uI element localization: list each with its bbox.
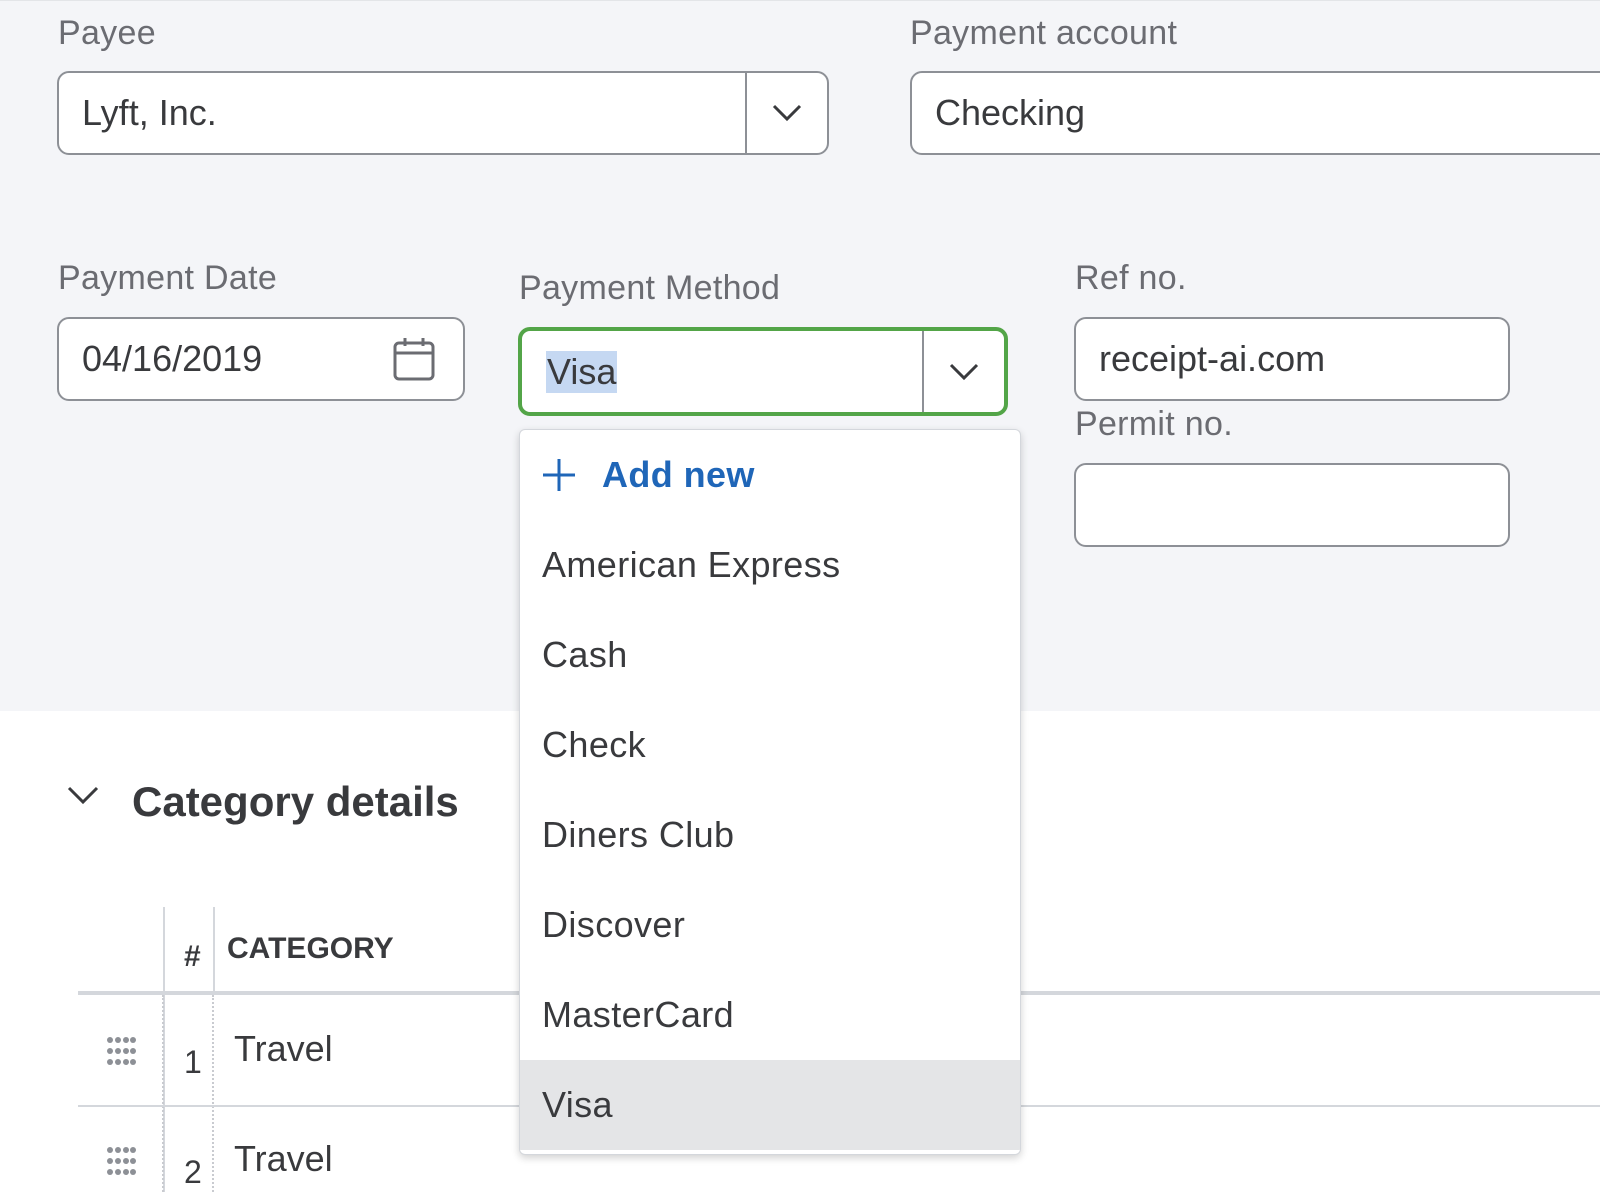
chevron-down-icon bbox=[772, 104, 802, 122]
chevron-down-icon bbox=[949, 363, 979, 380]
option-american-express[interactable]: American Express bbox=[520, 520, 1020, 610]
row-number: 1 bbox=[184, 1044, 202, 1080]
ref-no-value: receipt-ai.com bbox=[1099, 338, 1326, 379]
ref-no-label: Ref no. bbox=[1075, 259, 1187, 297]
collapse-chevron-icon[interactable] bbox=[66, 785, 100, 807]
row-category[interactable]: Travel bbox=[234, 1028, 333, 1070]
drag-handle-icon[interactable] bbox=[106, 1036, 136, 1066]
payee-dropdown-button[interactable] bbox=[745, 73, 827, 153]
payee-label: Payee bbox=[58, 14, 156, 52]
option-mastercard[interactable]: MasterCard bbox=[520, 970, 1020, 1060]
payment-account-label: Payment account bbox=[910, 14, 1178, 52]
row-number: 2 bbox=[184, 1154, 202, 1190]
payment-date-input[interactable]: 04/16/2019 bbox=[57, 317, 465, 401]
drag-handle-icon[interactable] bbox=[106, 1146, 136, 1176]
option-visa[interactable]: Visa bbox=[520, 1060, 1020, 1150]
payment-method-label: Payment Method bbox=[519, 269, 781, 307]
payment-method-select[interactable]: Visa bbox=[518, 327, 1008, 416]
calendar-icon[interactable] bbox=[393, 337, 435, 381]
category-details-title: Category details bbox=[132, 778, 459, 825]
permit-no-input[interactable] bbox=[1074, 463, 1510, 547]
payment-account-select[interactable]: Checking bbox=[910, 71, 1600, 155]
ref-no-input[interactable]: receipt-ai.com bbox=[1074, 317, 1510, 401]
option-discover[interactable]: Discover bbox=[520, 880, 1020, 970]
payment-date-label: Payment Date bbox=[58, 259, 278, 297]
add-new-option[interactable]: Add new bbox=[520, 430, 1020, 520]
table-divider bbox=[212, 995, 214, 1192]
permit-no-label: Permit no. bbox=[1075, 405, 1233, 443]
option-diners-club[interactable]: Diners Club bbox=[520, 790, 1020, 880]
payment-method-dropdown-button[interactable] bbox=[922, 331, 1004, 412]
payee-select[interactable]: Lyft, Inc. bbox=[57, 71, 829, 155]
column-header-category[interactable]: CATEGORY bbox=[227, 932, 394, 966]
option-check[interactable]: Check bbox=[520, 700, 1020, 790]
payee-value: Lyft, Inc. bbox=[82, 92, 217, 133]
row-category[interactable]: Travel bbox=[234, 1138, 333, 1180]
column-header-num: # bbox=[184, 940, 201, 973]
table-divider bbox=[162, 995, 164, 1192]
payment-method-options-list: Add new American Express Cash Check Dine… bbox=[519, 429, 1021, 1155]
payment-account-value: Checking bbox=[935, 92, 1086, 133]
payment-method-value[interactable]: Visa bbox=[546, 350, 618, 393]
table-divider bbox=[213, 907, 215, 992]
add-new-label: Add new bbox=[602, 454, 755, 495]
payment-date-value: 04/16/2019 bbox=[82, 338, 263, 379]
option-cash[interactable]: Cash bbox=[520, 610, 1020, 700]
plus-icon bbox=[542, 458, 576, 492]
expense-form: Payee Lyft, Inc. Payment account Checkin… bbox=[0, 0, 1600, 1192]
